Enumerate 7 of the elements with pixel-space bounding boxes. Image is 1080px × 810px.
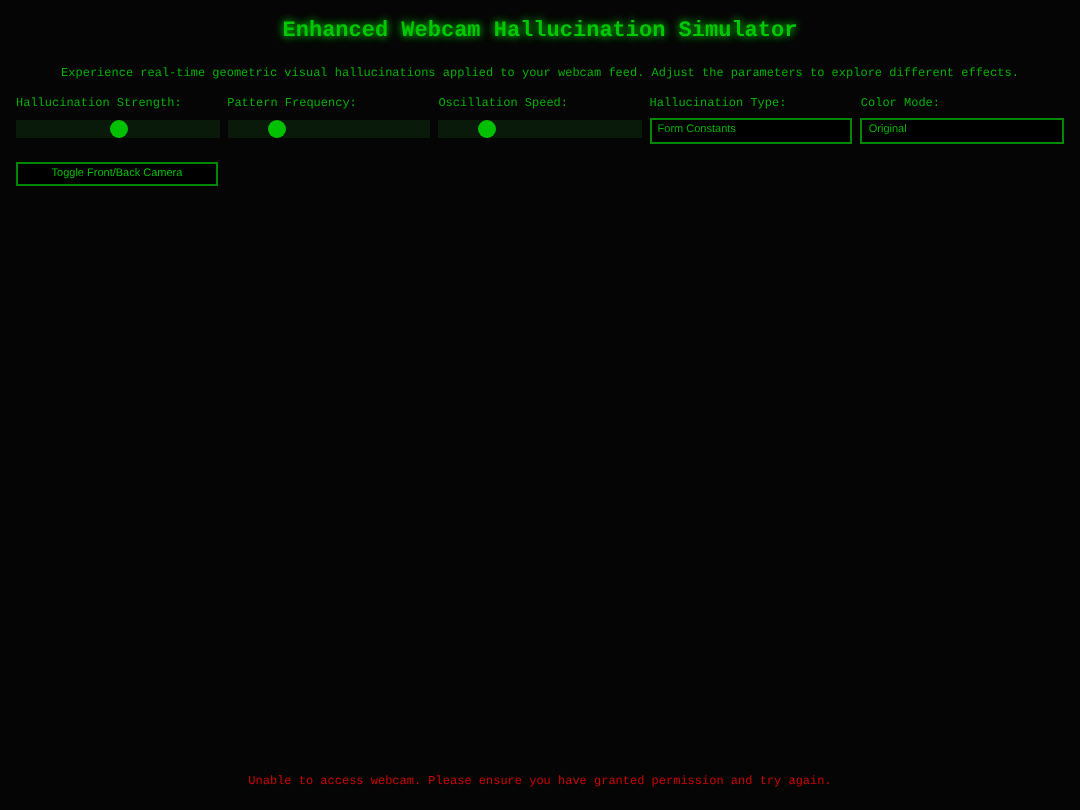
- page-title: Enhanced Webcam Hallucination Simulator: [280, 20, 800, 47]
- slider-track[interactable]: [227, 120, 431, 139]
- slider-track[interactable]: [438, 120, 642, 139]
- slider-track[interactable]: [16, 120, 220, 139]
- slider-thumb[interactable]: [267, 120, 286, 139]
- slider-thumb[interactable]: [477, 120, 496, 139]
- slider-thumb[interactable]: [109, 120, 128, 139]
